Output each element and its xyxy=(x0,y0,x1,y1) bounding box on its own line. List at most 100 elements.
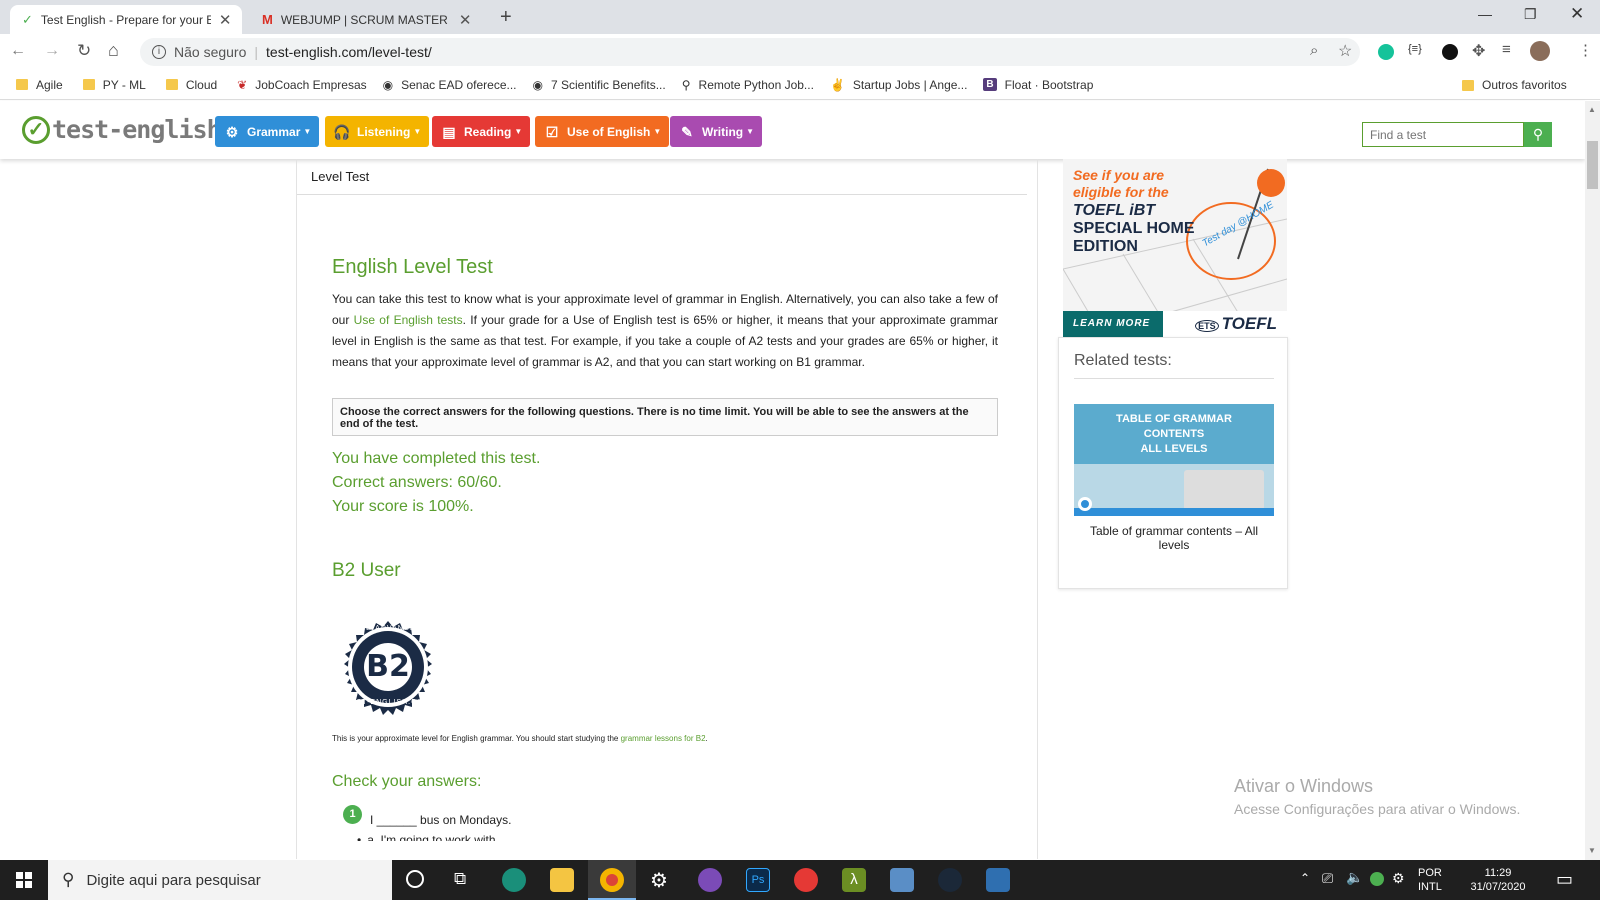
media-player-icon[interactable] xyxy=(794,868,818,892)
document-icon: ▤ xyxy=(442,123,456,140)
start-button[interactable] xyxy=(0,860,48,900)
caret-icon: ▼ xyxy=(303,127,312,136)
back-icon[interactable]: ← xyxy=(10,42,26,60)
ad-line-3: TOEFL iBT xyxy=(1073,202,1156,219)
menu-label: Listening xyxy=(357,124,411,139)
bookmark-scientific[interactable]: ◉ 7 Scientific Benefits... xyxy=(533,78,666,92)
network-icon[interactable]: ⎚ xyxy=(1322,870,1333,887)
tab-webjump[interactable]: M WEBJUMP | SCRUM MASTER - PF ✕ xyxy=(250,5,482,34)
menu-listening-button[interactable]: 🎧 Listening ▼ xyxy=(325,116,430,147)
chrome-taskbar-button[interactable] xyxy=(588,860,636,900)
menu-label: Reading xyxy=(464,124,512,139)
json-extension-icon[interactable]: {≡} xyxy=(1408,43,1422,55)
avatar[interactable] xyxy=(1530,41,1550,61)
related-heading: Related tests: xyxy=(1074,352,1172,369)
close-tab-icon[interactable]: ✕ xyxy=(459,11,472,29)
taskbar-search-box[interactable]: ⚲ Digite aqui para pesquisar xyxy=(48,860,392,900)
check-logo-icon: ✓ xyxy=(22,115,50,144)
scroll-up-icon[interactable]: ▲ xyxy=(1588,105,1596,114)
home-icon[interactable]: ⌂ xyxy=(108,40,119,61)
folder-icon xyxy=(1462,79,1474,91)
use-of-english-link[interactable]: Use of English tests xyxy=(354,313,463,327)
menu-reading-button[interactable]: ▤ Reading ▼ xyxy=(432,116,531,147)
toefl-brand: ETS TOEFL xyxy=(1163,311,1287,337)
reload-icon[interactable]: ↻ xyxy=(77,41,91,61)
clock[interactable]: 11:29 31/07/2020 xyxy=(1458,866,1538,894)
minimize-icon[interactable]: — xyxy=(1478,6,1492,22)
grammar-lessons-link[interactable]: grammar lessons for B2 xyxy=(621,734,706,743)
settings-gear-icon[interactable]: ⚙ xyxy=(650,868,668,893)
instructions-box: Choose the correct answers for the follo… xyxy=(332,398,998,436)
steam-icon[interactable] xyxy=(938,868,962,892)
question-text: I ______ bus on Mondays. xyxy=(370,813,512,827)
headphones-icon: 🎧 xyxy=(333,123,351,140)
result-score: Your score is 100%. xyxy=(332,498,474,515)
tray-steam-icon[interactable]: ⚙ xyxy=(1392,870,1405,887)
task-view-icon[interactable]: ⧉ xyxy=(454,869,466,889)
bookmark-bootstrap[interactable]: B Float · Bootstrap xyxy=(983,78,1093,92)
snipping-icon[interactable] xyxy=(890,868,914,892)
app-window-icon[interactable] xyxy=(986,868,1010,892)
card-title-line: TABLE OF GRAMMAR xyxy=(1116,413,1232,425)
learn-more-button[interactable]: LEARN MORE xyxy=(1063,311,1163,337)
search-icon[interactable]: ⚲ xyxy=(1524,122,1552,147)
grammarly-icon[interactable] xyxy=(1378,44,1394,60)
intro-paragraph: You can take this test to know what is y… xyxy=(332,289,998,373)
page-scrollbar[interactable]: ▲ ▼ xyxy=(1585,101,1600,860)
extension-a-icon[interactable] xyxy=(1442,44,1458,60)
playlist-icon[interactable]: ≡ xyxy=(1502,41,1511,58)
omnibox[interactable]: i Não seguro | test-english.com/level-te… xyxy=(140,38,1360,66)
menu-grammar-button[interactable]: ⚙ Grammar ▼ xyxy=(215,116,320,147)
close-tab-icon[interactable]: ✕ xyxy=(219,11,232,29)
menu-use-of-english-button[interactable]: ☑ Use of English ▼ xyxy=(535,116,670,147)
scroll-down-icon[interactable]: ▼ xyxy=(1588,846,1596,855)
puzzle-icon[interactable]: ✥ xyxy=(1472,41,1485,61)
divider xyxy=(297,194,1027,195)
caret-icon: ▼ xyxy=(746,127,755,136)
b2-badge: B2 PRE-ADVANCED TEST-ENGLISH.COM xyxy=(332,611,444,723)
laptop-icon xyxy=(1184,470,1264,510)
bookmark-label: PY - ML xyxy=(102,77,146,92)
related-card-image[interactable]: TABLE OF GRAMMAR CONTENTS ALL LEVELS xyxy=(1074,404,1274,516)
related-card-caption[interactable]: Table of grammar contents – All levels xyxy=(1074,524,1274,552)
photoshop-icon[interactable]: Ps xyxy=(746,868,770,892)
close-window-icon[interactable]: ✕ xyxy=(1570,4,1584,24)
cortana-icon[interactable] xyxy=(406,870,424,888)
notifications-icon[interactable]: ▭ xyxy=(1556,869,1573,890)
menu-kebab-icon[interactable]: ⋮ xyxy=(1578,41,1593,59)
bookmark-jobcoach[interactable]: ❦ JobCoach Empresas xyxy=(237,78,366,92)
tab-test-english[interactable]: ✓ Test English - Prepare for your En ✕ xyxy=(10,5,242,34)
search-input[interactable] xyxy=(1362,122,1524,147)
bookmark-agile[interactable]: Agile xyxy=(16,78,63,92)
tray-app-icon[interactable] xyxy=(1370,872,1384,886)
menu-label: Grammar xyxy=(247,124,301,139)
ad-line-4: SPECIAL HOME xyxy=(1073,220,1195,237)
language-code: POR xyxy=(1418,867,1442,879)
bookmark-label: Agile xyxy=(36,77,63,92)
bookmark-cloud[interactable]: Cloud xyxy=(165,77,218,92)
bookmark-other[interactable]: Outros favoritos xyxy=(1462,78,1567,92)
forward-icon[interactable]: → xyxy=(44,42,60,60)
bookmark-senac[interactable]: ◉ Senac EAD oferece... xyxy=(383,78,517,92)
bookmark-py-ml[interactable]: PY - ML xyxy=(82,77,146,92)
bookmark-label: Cloud xyxy=(185,77,218,92)
lambda-icon[interactable]: λ xyxy=(842,868,866,892)
site-logo[interactable]: ✓ test-english xyxy=(22,115,222,144)
volume-icon[interactable]: 🔈 xyxy=(1346,869,1363,886)
scrollbar-thumb[interactable] xyxy=(1587,141,1598,189)
file-explorer-icon[interactable] xyxy=(550,868,574,892)
app-purple-icon[interactable] xyxy=(698,868,722,892)
bookmark-startup-jobs[interactable]: ✌ Startup Jobs | Ange... xyxy=(830,78,967,92)
menu-writing-button[interactable]: ✎ Writing ▼ xyxy=(670,116,763,147)
zoom-icon[interactable]: ⌕ xyxy=(1310,42,1318,59)
new-tab-icon[interactable]: + xyxy=(500,6,512,29)
language-indicator[interactable]: POR INTL xyxy=(1418,866,1442,894)
star-icon[interactable]: ☆ xyxy=(1338,41,1352,61)
tray-chevron-icon[interactable]: ⌃ xyxy=(1300,871,1310,885)
ad-line-2: eligible for the xyxy=(1073,184,1169,200)
bookmark-label: JobCoach Empresas xyxy=(255,77,367,92)
bookmark-remote-python[interactable]: ⚲ Remote Python Job... xyxy=(682,78,814,92)
edge-icon[interactable] xyxy=(502,868,526,892)
restore-icon[interactable]: ❐ xyxy=(1524,6,1537,23)
toefl-ad[interactable]: See if you are eligible for the TOEFL iB… xyxy=(1063,159,1287,337)
